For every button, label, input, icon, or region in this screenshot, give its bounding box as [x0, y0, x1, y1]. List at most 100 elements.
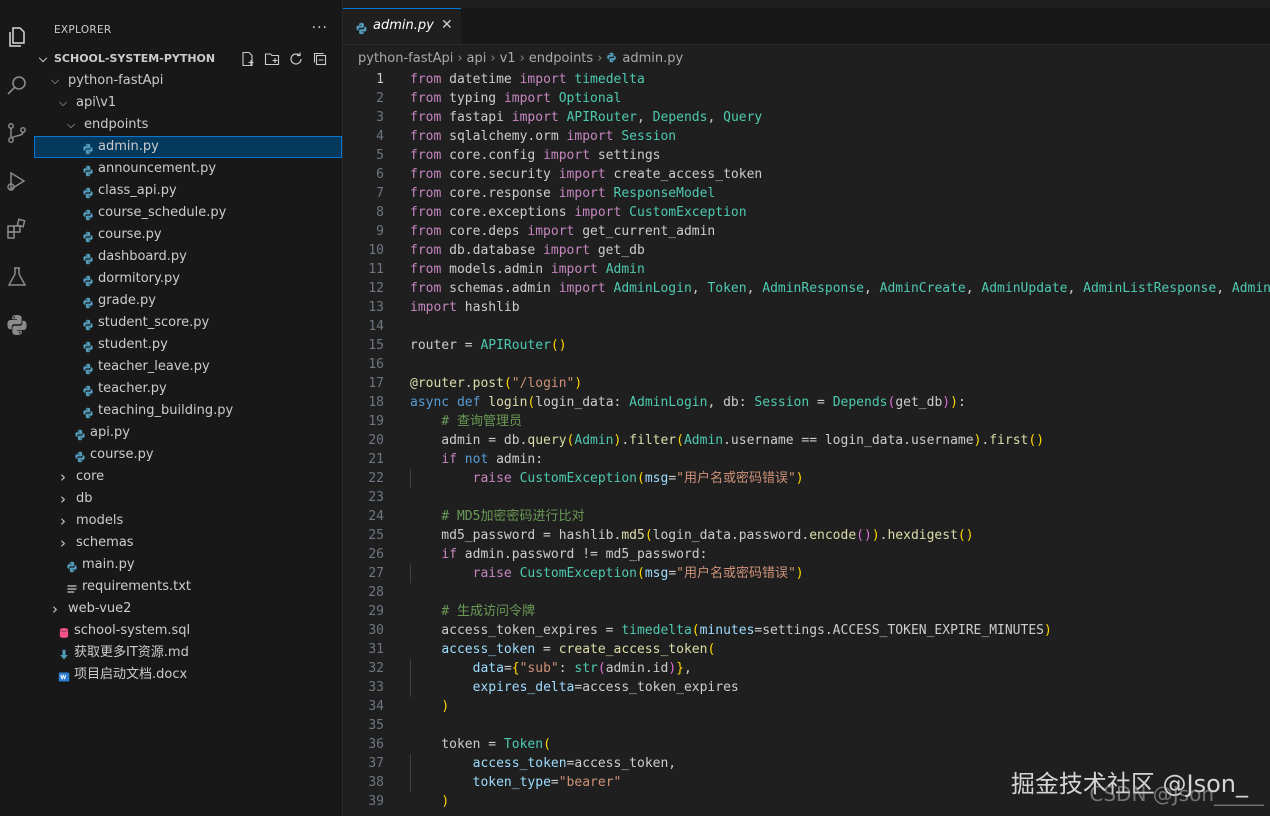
- python-file-icon: [82, 141, 94, 155]
- code-line[interactable]: 20 admin = db.query(Admin).filter(Admin.…: [343, 431, 1270, 450]
- tree-file-class-api-py[interactable]: class_api.py: [34, 180, 342, 202]
- tree-folder-models[interactable]: › models: [34, 510, 342, 532]
- python-icon[interactable]: [0, 308, 34, 342]
- breadcrumb-item[interactable]: api: [467, 51, 487, 66]
- line-number: 39: [368, 794, 384, 809]
- tree-file-main-py[interactable]: main.py: [34, 554, 342, 576]
- indent-guide: [410, 773, 411, 792]
- code-line[interactable]: 1 from datetime import timedelta: [343, 70, 1270, 89]
- tree-file-student-score-py[interactable]: student_score.py: [34, 312, 342, 334]
- code-line[interactable]: 34 ): [343, 697, 1270, 716]
- tree-folder-core[interactable]: › core: [34, 466, 342, 488]
- tree-file-school-system-sql[interactable]: school-system.sql: [34, 620, 342, 642]
- search-icon[interactable]: [0, 68, 34, 102]
- code-line[interactable]: 18 async def login(login_data: AdminLogin…: [343, 393, 1270, 412]
- tab-admin-py[interactable]: admin.py ✕: [343, 8, 461, 44]
- tree-file-grade-py[interactable]: grade.py: [34, 290, 342, 312]
- workspace-root[interactable]: ⌵ SCHOOL-SYSTEM-PYTHON: [34, 48, 342, 70]
- tree-file-teaching-building-py[interactable]: teaching_building.py: [34, 400, 342, 422]
- tree-file-teacher-py[interactable]: teacher.py: [34, 378, 342, 400]
- tree-file-course-py[interactable]: course.py: [34, 224, 342, 246]
- tree-file-api-py[interactable]: api.py: [34, 422, 342, 444]
- tree-file-it-md[interactable]: 获取更多IT资源.md: [34, 642, 342, 664]
- code-line[interactable]: 9 from core.deps import get_current_admin: [343, 222, 1270, 241]
- code-text: raise CustomException(msg="用户名或密码错误"): [472, 471, 804, 486]
- code-line[interactable]: 4 from sqlalchemy.orm import Session: [343, 127, 1270, 146]
- line-number: 30: [368, 623, 384, 638]
- tree-file-teacher-leave-py[interactable]: teacher_leave.py: [34, 356, 342, 378]
- code-line[interactable]: 24 # MD5加密密码进行比对: [343, 507, 1270, 526]
- tree-folder-db[interactable]: › db: [34, 488, 342, 510]
- code-line[interactable]: 36 token = Token(: [343, 735, 1270, 754]
- code-line[interactable]: 28: [343, 583, 1270, 602]
- breadcrumb-item[interactable]: endpoints: [529, 51, 593, 66]
- code-line[interactable]: 15 router = APIRouter(): [343, 336, 1270, 355]
- code-line[interactable]: 6 from core.security import create_access…: [343, 165, 1270, 184]
- code-line[interactable]: 2 from typing import Optional: [343, 89, 1270, 108]
- code-line[interactable]: 14: [343, 317, 1270, 336]
- line-number: 26: [368, 547, 384, 562]
- tree-file-requirements-txt[interactable]: requirements.txt: [34, 576, 342, 598]
- run-debug-icon[interactable]: [0, 164, 34, 198]
- tree-item-label: 获取更多IT资源.md: [74, 645, 189, 660]
- tree-folder-endpoints[interactable]: ⌵ endpoints: [34, 114, 342, 136]
- code-text: data={"sub": str(admin.id)},: [472, 661, 692, 676]
- indent-guide: [410, 754, 411, 773]
- code-line[interactable]: 26 if admin.password != md5_password:: [343, 545, 1270, 564]
- line-number: 25: [368, 528, 384, 543]
- code-line[interactable]: 5 from core.config import settings: [343, 146, 1270, 165]
- tree-file-dormitory-py[interactable]: dormitory.py: [34, 268, 342, 290]
- tree-item-label: student.py: [98, 337, 168, 352]
- code-line[interactable]: 27 raise CustomException(msg="用户名或密码错误"): [343, 564, 1270, 583]
- code-line[interactable]: 33 expires_delta=access_token_expires: [343, 678, 1270, 697]
- tree-file-admin-py[interactable]: admin.py: [34, 136, 342, 158]
- tree-folder-web-vue2[interactable]: › web-vue2: [34, 598, 342, 620]
- tree-item-label: course.py: [98, 227, 162, 242]
- python-file-icon: [82, 163, 94, 177]
- code-line[interactable]: 3 from fastapi import APIRouter, Depends,…: [343, 108, 1270, 127]
- new-folder-icon[interactable]: [264, 51, 280, 67]
- code-line[interactable]: 30 access_token_expires = timedelta(minu…: [343, 621, 1270, 640]
- new-file-icon[interactable]: [240, 51, 256, 67]
- testing-icon[interactable]: [0, 260, 34, 294]
- breadcrumb-item[interactable]: python-fastApi: [358, 51, 453, 66]
- line-number: 24: [368, 509, 384, 524]
- code-line[interactable]: 13 import hashlib: [343, 298, 1270, 317]
- code-line[interactable]: 17 @router.post("/login"): [343, 374, 1270, 393]
- tree-folder-schemas[interactable]: › schemas: [34, 532, 342, 554]
- collapse-all-icon[interactable]: [312, 51, 328, 67]
- tree-file-docx[interactable]: 项目启动文档.docx: [34, 664, 342, 686]
- tree-file-announcement-py[interactable]: announcement.py: [34, 158, 342, 180]
- code-line[interactable]: 35: [343, 716, 1270, 735]
- code-line[interactable]: 25 md5_password = hashlib.md5(login_data…: [343, 526, 1270, 545]
- code-line[interactable]: 29 # 生成访问令牌: [343, 602, 1270, 621]
- code-line[interactable]: 16: [343, 355, 1270, 374]
- code-line[interactable]: 12 from schemas.admin import AdminLogin, …: [343, 279, 1270, 298]
- more-actions-button[interactable]: ···: [312, 20, 328, 36]
- code-line[interactable]: 23: [343, 488, 1270, 507]
- code-line[interactable]: 22 raise CustomException(msg="用户名或密码错误"): [343, 469, 1270, 488]
- code-line[interactable]: 21 if not admin:: [343, 450, 1270, 469]
- tree-file-dashboard-py[interactable]: dashboard.py: [34, 246, 342, 268]
- close-icon[interactable]: ✕: [441, 17, 453, 33]
- source-control-icon[interactable]: [0, 116, 34, 150]
- extensions-icon[interactable]: [0, 212, 34, 246]
- tree-file-student-py[interactable]: student.py: [34, 334, 342, 356]
- refresh-icon[interactable]: [288, 51, 304, 67]
- explorer-icon[interactable]: [0, 20, 34, 54]
- code-line[interactable]: 11 from models.admin import Admin: [343, 260, 1270, 279]
- breadcrumb-item[interactable]: admin.py: [622, 51, 683, 66]
- tree-folder-api-v1[interactable]: ⌵ api\v1: [34, 92, 342, 114]
- tree-file-course-py[interactable]: course.py: [34, 444, 342, 466]
- tree-file-course-schedule-py[interactable]: course_schedule.py: [34, 202, 342, 224]
- code-line[interactable]: 8 from core.exceptions import CustomExcep…: [343, 203, 1270, 222]
- code-line[interactable]: 7 from core.response import ResponseModel: [343, 184, 1270, 203]
- code-line[interactable]: 32 data={"sub": str(admin.id)},: [343, 659, 1270, 678]
- tree-folder-python-fastapi[interactable]: ⌵ python-fastApi: [34, 70, 342, 92]
- code-line[interactable]: 31 access_token = create_access_token(: [343, 640, 1270, 659]
- code-line[interactable]: 10 from db.database import get_db: [343, 241, 1270, 260]
- tree-item-label: schemas: [76, 535, 134, 550]
- code-line[interactable]: 19 # 查询管理员: [343, 412, 1270, 431]
- breadcrumb-item[interactable]: v1: [500, 51, 516, 66]
- code-text: @router.post("/login"): [410, 376, 583, 391]
